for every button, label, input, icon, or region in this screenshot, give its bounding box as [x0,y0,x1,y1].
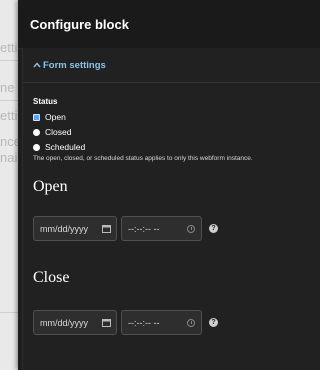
close-time-input[interactable]: --:--:-- -- [121,310,202,335]
radio-unchecked[interactable] [33,128,40,136]
radio-checked[interactable] [33,113,40,121]
calendar-icon[interactable] [102,224,111,233]
status-help-text: The open, closed, or scheduled status ap… [33,155,253,162]
status-option-label: Closed [45,127,72,137]
status-option-label: Open [45,112,66,122]
calendar-icon[interactable] [102,318,111,327]
clock-icon[interactable] [187,318,195,327]
status-option-label: Scheduled [45,142,86,152]
dialog-header: Configure block [18,0,320,49]
time-placeholder: --:--:-- -- [128,223,160,234]
close-date-input[interactable]: mm/dd/yyyy [33,310,117,335]
status-label: Status [33,97,58,106]
configure-block-dialog: Configure block Form settings Status Ope… [18,0,320,370]
form-settings-details: Form settings Status Open Closed Schedul… [22,48,320,370]
clock-icon[interactable] [187,224,195,233]
chevron-up-icon [33,60,41,70]
status-option-closed[interactable]: Closed [33,127,71,137]
info-icon[interactable]: ? [209,224,218,233]
close-heading: Close [33,269,70,286]
form-settings-label: Form settings [43,59,106,71]
form-settings-summary[interactable]: Form settings [23,48,320,83]
status-option-scheduled[interactable]: Scheduled [33,142,85,152]
dialog-title: Configure block [30,16,129,32]
date-placeholder: mm/dd/yyyy [40,223,89,234]
open-date-input[interactable]: mm/dd/yyyy [33,216,117,241]
status-option-open[interactable]: Open [33,112,66,122]
open-heading: Open [33,178,68,195]
date-placeholder: mm/dd/yyyy [40,317,89,328]
radio-unchecked[interactable] [33,143,40,151]
open-time-input[interactable]: --:--:-- -- [121,216,202,241]
time-placeholder: --:--:-- -- [128,317,160,328]
info-icon[interactable]: ? [209,318,218,327]
